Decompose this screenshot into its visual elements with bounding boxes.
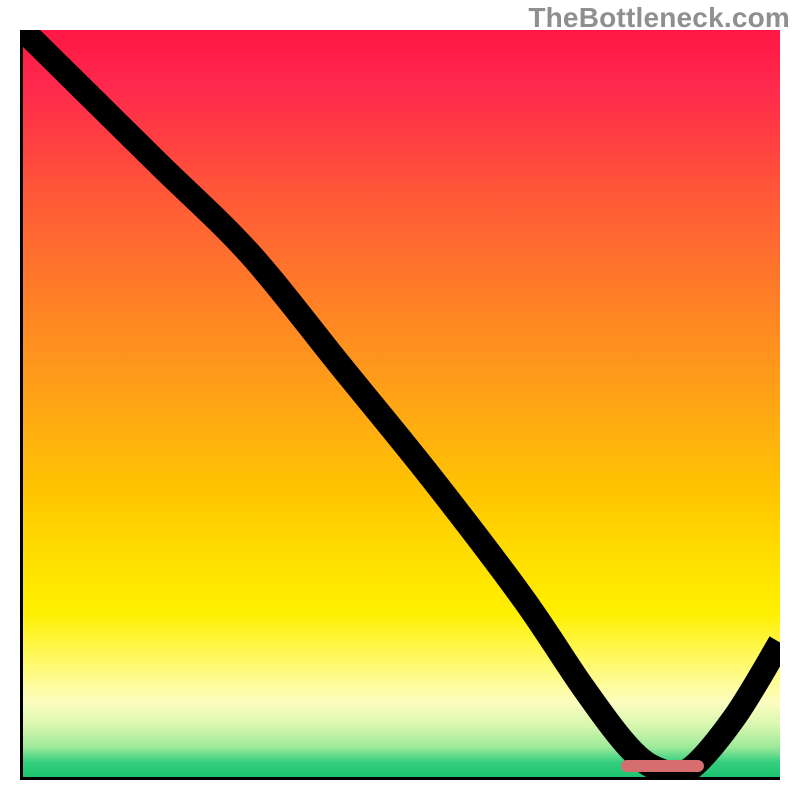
chart-frame: TheBottleneck.com [0, 0, 800, 800]
plot-area [20, 30, 780, 780]
bottleneck-curve [23, 30, 780, 774]
optimal-range-marker [621, 760, 704, 772]
curve-layer [23, 30, 780, 777]
